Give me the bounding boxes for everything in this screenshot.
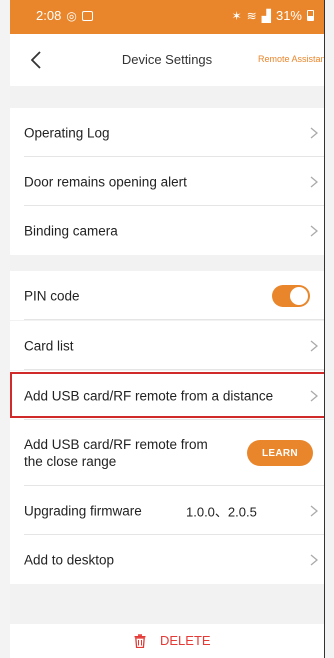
- trash-icon: [134, 633, 146, 648]
- chevron-right-icon: [310, 505, 318, 516]
- add-to-desktop-item[interactable]: Add to desktop: [10, 535, 324, 584]
- bluetooth-icon: ✶: [231, 8, 242, 23]
- whatsapp-icon: ◎: [66, 8, 77, 23]
- app-header: Device Settings Remote Assistance: [10, 34, 324, 86]
- add-to-desktop-label: Add to desktop: [24, 552, 115, 567]
- add-remote-distance-label: Add USB card/RF remote from a distance: [24, 388, 274, 403]
- phone-screen: 2:08 ◎ ✶ ≋ ▟ 31% Device Settings Remote …: [10, 0, 324, 658]
- upgrading-firmware-item[interactable]: Upgrading firmware 1.0.0、2.0.5: [10, 486, 324, 535]
- divider: [24, 369, 324, 370]
- pin-code-toggle[interactable]: [272, 284, 310, 307]
- operating-log-label: Operating Log: [24, 125, 110, 140]
- add-remote-close-item: Add USB card/RF remote from the close ra…: [10, 420, 324, 486]
- signal-icon: ▟: [261, 8, 271, 23]
- chevron-right-icon: [310, 554, 318, 565]
- learn-button[interactable]: LEARN: [247, 440, 313, 466]
- battery-icon: [307, 10, 314, 21]
- bottom-action-bar: DELETE: [10, 624, 324, 658]
- delete-button[interactable]: DELETE: [134, 633, 211, 648]
- chevron-right-icon: [310, 176, 318, 187]
- binding-camera-item[interactable]: Binding camera: [10, 206, 324, 255]
- status-bar: 2:08 ◎ ✶ ≋ ▟ 31%: [10, 0, 324, 34]
- upgrading-firmware-label: Upgrading firmware: [24, 503, 142, 518]
- card-list-label: Card list: [24, 338, 74, 353]
- binding-camera-label: Binding camera: [24, 223, 118, 238]
- battery-percent: 31%: [275, 8, 302, 23]
- chevron-right-icon: [310, 127, 318, 138]
- pin-code-label: PIN code: [24, 288, 80, 303]
- add-remote-close-label: Add USB card/RF remote from the close ra…: [24, 437, 208, 469]
- toggle-knob: [290, 286, 308, 305]
- status-time: 2:08: [36, 8, 62, 23]
- chevron-right-icon: [310, 390, 318, 401]
- add-remote-distance-item[interactable]: Add USB card/RF remote from a distance: [10, 371, 324, 420]
- firmware-version: 1.0.0、2.0.5: [186, 504, 257, 519]
- divider: [24, 319, 324, 320]
- pin-code-item: PIN code: [10, 271, 324, 320]
- remote-assistance-link[interactable]: Remote Assistance: [258, 54, 324, 64]
- card-list-item[interactable]: Card list: [10, 321, 324, 370]
- wifi-icon: ≋: [246, 8, 257, 23]
- chevron-right-icon: [310, 340, 318, 351]
- door-open-alert-label: Door remains opening alert: [24, 174, 187, 189]
- gallery-icon: [81, 10, 93, 21]
- right-frame-edge: [324, 0, 325, 658]
- chevron-right-icon: [310, 225, 318, 236]
- door-open-alert-item[interactable]: Door remains opening alert: [10, 157, 324, 206]
- operating-log-item[interactable]: Operating Log: [10, 108, 324, 157]
- delete-label: DELETE: [160, 633, 211, 648]
